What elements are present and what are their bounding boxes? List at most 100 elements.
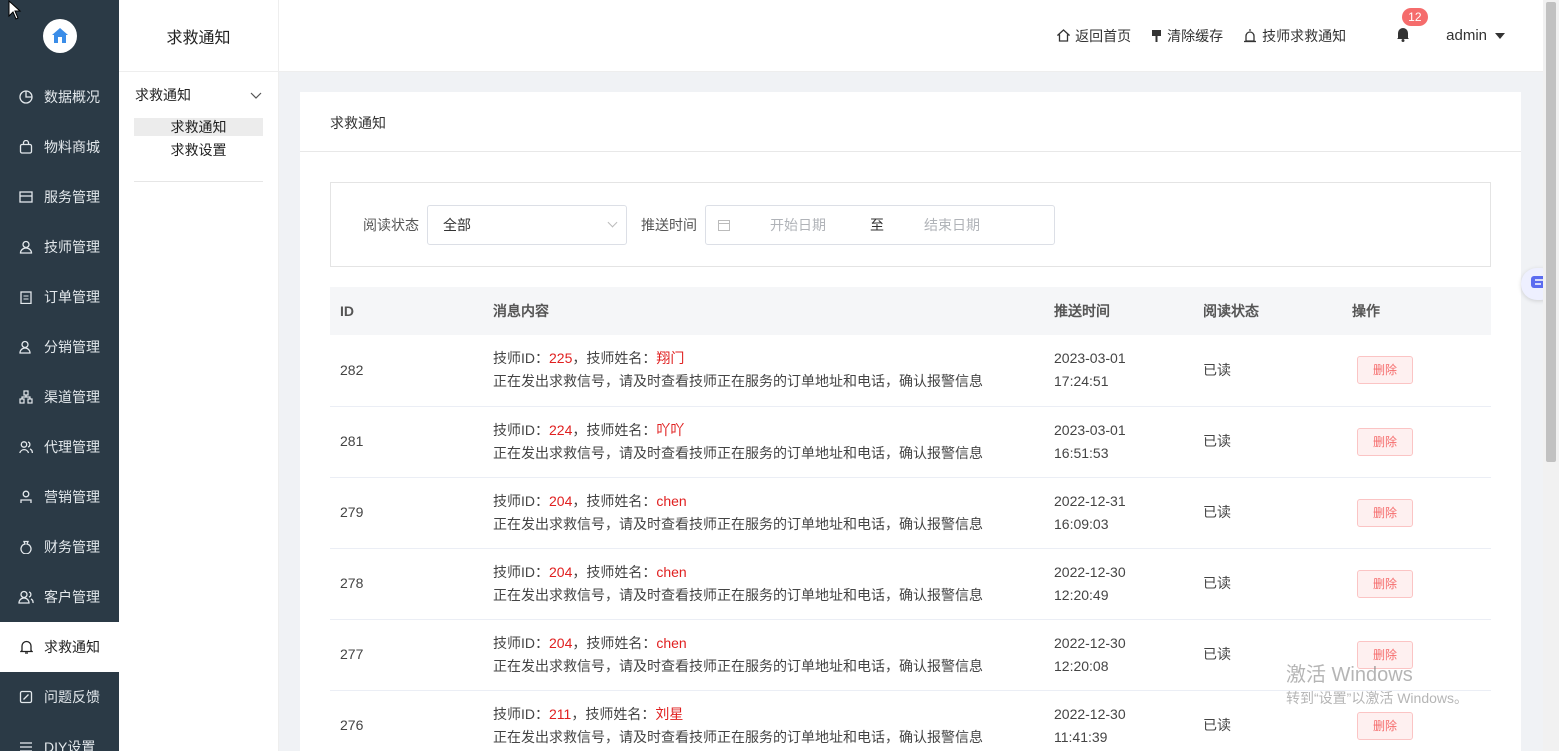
sidebar-item-6[interactable]: 渠道管理 (0, 372, 119, 422)
date-range-picker[interactable]: 开始日期 至 结束日期 (705, 204, 1055, 245)
push-clock: 12:20:08 (1054, 657, 1109, 674)
col-header-push-time: 推送时间 (1044, 287, 1193, 335)
clear-cache-link[interactable]: 清除缓存 (1151, 26, 1223, 46)
sidebar-item-label: 渠道管理 (44, 389, 100, 405)
edit-icon (18, 689, 34, 705)
read-status-select[interactable]: 全部 (427, 204, 627, 245)
clear-cache-label: 清除缓存 (1167, 27, 1224, 44)
table-header-row: ID 消息内容 推送时间 阅读状态 操作 (330, 287, 1491, 335)
row-message: 技师ID：204，技师姓名：chen 正在发出求救信号，请及时查看技师正在服务的订… (483, 548, 1044, 620)
home-link[interactable]: 返回首页 (1057, 26, 1131, 46)
start-date-input[interactable]: 开始日期 (770, 215, 870, 235)
user-menu[interactable]: admin (1446, 27, 1505, 44)
row-id: 279 (330, 477, 483, 549)
message-line-1: 技师ID：204，技师姓名：chen (493, 632, 1044, 655)
message-line-1: 技师ID：204，技师姓名：chen (493, 561, 1044, 584)
mouse-cursor-icon (8, 0, 22, 23)
submenu-title: 求救通知 (119, 0, 278, 72)
sidebar-item-8[interactable]: 营销管理 (0, 472, 119, 522)
tech-name-value: 翔门 (656, 350, 685, 367)
sidebar-item-3[interactable]: 技师管理 (0, 222, 119, 272)
scrollbar-thumb[interactable] (1546, 2, 1556, 462)
sidebar-item-0[interactable]: 数据概况 (0, 72, 119, 122)
message-line-2: 正在发出求救信号，请及时查看技师正在服务的订单地址和电话，确认报警信息 (493, 444, 983, 461)
submenu-item-sos-notice[interactable]: 求救通知 (134, 118, 263, 136)
service-icon (18, 189, 34, 205)
watermark-line-2: 转到“设置”以激活 Windows。 (1286, 690, 1469, 706)
sidebar-item-label: 分销管理 (44, 339, 100, 355)
tech-id-label: 技师ID： (493, 563, 549, 580)
row-read-status: 已读 (1193, 335, 1342, 407)
row-read-status: 已读 (1193, 406, 1342, 478)
table-row: 282 技师ID：225，技师姓名：翔门 正在发出求救信号，请及时查看技师正在服务的… (330, 335, 1491, 407)
row-push-time: 2022-12-30 12:20:08 (1044, 619, 1193, 691)
message-line-1: 技师ID：211，技师姓名：刘星 (493, 703, 1044, 726)
sidebar-item-13[interactable]: DIY设置 (0, 722, 119, 751)
sidebar-item-2[interactable]: 服务管理 (0, 172, 119, 222)
calendar-icon (718, 219, 730, 231)
submenu-group-header[interactable]: 求救通知 (119, 72, 278, 118)
row-action: 删除 (1342, 548, 1491, 620)
submenu-item-sos-settings[interactable]: 求救设置 (134, 141, 263, 159)
sidebar-item-11[interactable]: 求救通知 (0, 622, 119, 672)
clipboard-icon (18, 289, 34, 305)
row-id: 281 (330, 406, 483, 478)
delete-button[interactable]: 删除 (1357, 356, 1413, 385)
tech-name-label: ，技师姓名： (572, 634, 657, 651)
push-date: 2022-12-30 (1054, 563, 1126, 580)
table-row: 281 技师ID：224，技师姓名：吖吖正在发出求救信号，请及时查看技师正在服务的… (330, 406, 1491, 478)
sidebar-item-label: 订单管理 (44, 289, 100, 305)
tech-name-value: 刘星 (655, 705, 684, 722)
delete-button[interactable]: 删除 (1357, 569, 1413, 598)
sidebar-item-label: 代理管理 (44, 439, 100, 455)
delete-button[interactable]: 删除 (1357, 498, 1413, 527)
tech-name-label: ，技师姓名： (572, 421, 657, 438)
vertical-scrollbar[interactable] (1543, 0, 1559, 751)
money-bag-icon (18, 539, 34, 555)
row-message: 技师ID：211，技师姓名：刘星 正在发出求救信号，请及时查看技师正在服务的订单地… (483, 690, 1044, 751)
sidebar-item-label: 客户管理 (44, 589, 100, 605)
row-read-status: 已读 (1193, 548, 1342, 620)
home-icon (1057, 29, 1071, 42)
tech-name-label: ，技师姓名： (571, 705, 656, 722)
tech-id-label: 技师ID： (493, 350, 549, 367)
notification-bell[interactable]: 12 (1396, 8, 1428, 45)
submenu-divider (134, 181, 263, 182)
row-id: 278 (330, 548, 483, 620)
tech-id-value: 224 (549, 421, 573, 438)
home-logo-icon[interactable] (42, 19, 77, 53)
push-clock: 17:24:51 (1054, 373, 1109, 390)
marketing-icon (18, 489, 34, 505)
sidebar-item-9[interactable]: 财务管理 (0, 522, 119, 572)
delete-button[interactable]: 删除 (1357, 711, 1413, 740)
push-date: 2022-12-31 (1054, 492, 1126, 509)
sidebar-item-12[interactable]: 问题反馈 (0, 672, 119, 722)
sidebar-item-10[interactable]: 客户管理 (0, 572, 119, 622)
content-card: 求救通知 阅读状态 全部 推送时间 开始日期 至 结束日期 ID 消息内容 推送… (300, 92, 1521, 751)
windows-activation-watermark: 激活 Windows 转到“设置”以激活 Windows。 (1286, 662, 1468, 708)
delete-button[interactable]: 删除 (1357, 427, 1413, 456)
sidebar-item-label: DIY设置 (44, 739, 96, 751)
tech-id-label: 技师ID： (493, 492, 549, 509)
read-status-label: 阅读状态 (363, 216, 419, 233)
caret-down-icon (1495, 32, 1505, 39)
push-clock: 12:20:49 (1054, 586, 1109, 603)
tech-name-value: 吖吖 (656, 421, 685, 438)
tech-name-value: chen (656, 634, 687, 651)
filter-bar: 阅读状态 全部 推送时间 开始日期 至 结束日期 (330, 182, 1491, 267)
sos-notice-link[interactable]: 技师求救通知 (1243, 26, 1346, 46)
push-clock: 16:09:03 (1054, 515, 1109, 532)
sidebar-item-1[interactable]: 物料商城 (0, 122, 119, 172)
sidebar-item-4[interactable]: 订单管理 (0, 272, 119, 322)
message-line-2: 正在发出求救信号，请及时查看技师正在服务的订单地址和电话，确认报警信息 (493, 515, 983, 532)
tech-id-label: 技师ID： (493, 421, 549, 438)
sidebar-item-label: 营销管理 (44, 489, 100, 505)
tech-id-label: 技师ID： (493, 634, 549, 651)
end-date-input[interactable]: 结束日期 (924, 215, 1024, 235)
row-push-time: 2022-12-30 11:41:39 (1044, 690, 1193, 751)
read-status-value: 全部 (443, 216, 471, 233)
sidebar-item-7[interactable]: 代理管理 (0, 422, 119, 472)
sidebar-menu: 数据概况 物料商城 服务管理技师管理订单管理分销管理渠道管理代理管理营销管理财务管理… (0, 72, 119, 751)
sidebar-item-label: 技师管理 (44, 239, 100, 255)
sidebar-item-5[interactable]: 分销管理 (0, 322, 119, 372)
